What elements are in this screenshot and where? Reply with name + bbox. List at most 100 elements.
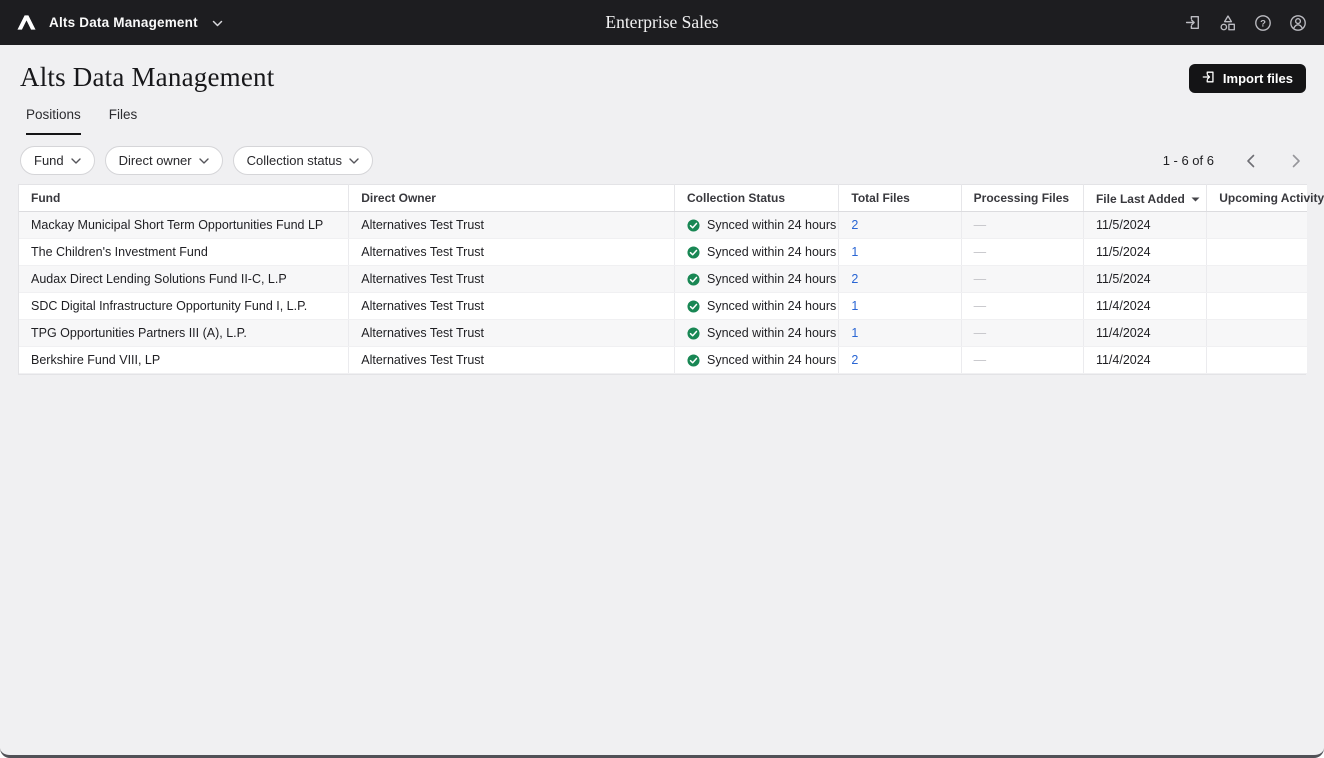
file-last-added-cell: 11/5/2024: [1083, 239, 1206, 266]
filter-toolbar: Fund Direct owner Collection status 1 - …: [0, 146, 1324, 175]
pagination: 1 - 6 of 6: [1163, 151, 1306, 171]
import-files-button[interactable]: Import files: [1189, 64, 1306, 93]
collection-status-text: Synced within 24 hours: [707, 245, 836, 259]
table-row[interactable]: The Children's Investment Fund Alternati…: [19, 239, 1307, 266]
upcoming-activity-cell: [1207, 239, 1307, 266]
sort-descending-icon: [1191, 191, 1200, 205]
fund-cell: Mackay Municipal Short Term Opportunitie…: [19, 212, 349, 239]
direct-owner-cell: Alternatives Test Trust: [349, 347, 675, 374]
upcoming-activity-cell: [1207, 320, 1307, 347]
column-header-direct-owner[interactable]: Direct Owner: [349, 185, 675, 212]
processing-files-cell: —: [961, 212, 1083, 239]
addepar-logo-icon[interactable]: [16, 13, 37, 32]
total-files-link[interactable]: 1: [851, 326, 858, 340]
svg-text:?: ?: [1260, 18, 1266, 29]
app-switcher-dropdown[interactable]: Alts Data Management: [16, 13, 223, 32]
collection-status-text: Synced within 24 hours: [707, 299, 836, 313]
topbar-actions: ?: [1183, 13, 1308, 33]
chevron-down-icon: [199, 158, 209, 164]
models-shapes-icon[interactable]: [1218, 13, 1238, 33]
tab-positions[interactable]: Positions: [26, 107, 81, 135]
total-files-link[interactable]: 2: [851, 353, 858, 367]
chevron-down-icon: [71, 158, 81, 164]
fund-cell: The Children's Investment Fund: [19, 239, 349, 266]
table-row[interactable]: Berkshire Fund VIII, LP Alternatives Tes…: [19, 347, 1307, 374]
import-files-label: Import files: [1223, 71, 1293, 86]
file-last-added-cell: 11/4/2024: [1083, 320, 1206, 347]
tab-files[interactable]: Files: [109, 107, 138, 135]
table-row[interactable]: TPG Opportunities Partners III (A), L.P.…: [19, 320, 1307, 347]
filter-collection-status[interactable]: Collection status: [233, 146, 373, 175]
filter-collection-status-label: Collection status: [247, 153, 342, 168]
synced-check-icon: [687, 354, 700, 367]
page-header: Alts Data Management Import files: [0, 45, 1324, 93]
fund-cell: TPG Opportunities Partners III (A), L.P.: [19, 320, 349, 347]
collection-status-text: Synced within 24 hours: [707, 326, 836, 340]
pagination-range: 1 - 6 of 6: [1163, 153, 1214, 168]
table-row[interactable]: Mackay Municipal Short Term Opportunitie…: [19, 212, 1307, 239]
total-files-link[interactable]: 2: [851, 272, 858, 286]
column-header-upcoming-activity[interactable]: Upcoming Activity: [1207, 185, 1307, 212]
tab-bar: Positions Files: [0, 107, 1324, 135]
table-row[interactable]: SDC Digital Infrastructure Opportunity F…: [19, 293, 1307, 320]
synced-check-icon: [687, 327, 700, 340]
column-header-file-last-added[interactable]: File Last Added: [1083, 185, 1206, 212]
total-files-cell: 1: [839, 239, 961, 266]
filter-fund[interactable]: Fund: [20, 146, 95, 175]
processing-files-cell: —: [961, 266, 1083, 293]
import-icon[interactable]: [1183, 13, 1203, 33]
total-files-link[interactable]: 2: [851, 218, 858, 232]
column-header-processing-files[interactable]: Processing Files: [961, 185, 1083, 212]
direct-owner-cell: Alternatives Test Trust: [349, 239, 675, 266]
account-icon[interactable]: [1288, 13, 1308, 33]
total-files-cell: 2: [839, 212, 961, 239]
app-window: Alts Data Management Enterprise Sales: [0, 0, 1324, 758]
fund-cell: SDC Digital Infrastructure Opportunity F…: [19, 293, 349, 320]
upcoming-activity-cell: [1207, 266, 1307, 293]
app-title: Alts Data Management: [49, 15, 198, 30]
total-files-cell: 1: [839, 320, 961, 347]
collection-status-cell: Synced within 24 hours: [675, 239, 839, 266]
total-files-cell: 1: [839, 293, 961, 320]
filter-fund-label: Fund: [34, 153, 64, 168]
upcoming-activity-cell: [1207, 347, 1307, 374]
column-header-fund[interactable]: Fund: [19, 185, 349, 212]
direct-owner-cell: Alternatives Test Trust: [349, 320, 675, 347]
collection-status-cell: Synced within 24 hours: [675, 266, 839, 293]
table-header-row: Fund Direct Owner Collection Status Tota…: [19, 185, 1307, 212]
chevron-down-icon: [212, 14, 223, 32]
direct-owner-cell: Alternatives Test Trust: [349, 293, 675, 320]
total-files-link[interactable]: 1: [851, 245, 858, 259]
total-files-cell: 2: [839, 347, 961, 374]
synced-check-icon: [687, 300, 700, 313]
page-title: Alts Data Management: [20, 62, 274, 93]
synced-check-icon: [687, 246, 700, 259]
collection-status-cell: Synced within 24 hours: [675, 320, 839, 347]
top-nav-bar: Alts Data Management Enterprise Sales: [0, 0, 1324, 45]
direct-owner-cell: Alternatives Test Trust: [349, 212, 675, 239]
pagination-next-button[interactable]: [1286, 151, 1306, 171]
collection-status-cell: Synced within 24 hours: [675, 212, 839, 239]
processing-files-cell: —: [961, 293, 1083, 320]
chevron-down-icon: [349, 158, 359, 164]
total-files-link[interactable]: 1: [851, 299, 858, 313]
pagination-prev-button[interactable]: [1240, 151, 1260, 171]
filter-direct-owner[interactable]: Direct owner: [105, 146, 223, 175]
fund-cell: Berkshire Fund VIII, LP: [19, 347, 349, 374]
collection-status-text: Synced within 24 hours: [707, 218, 836, 232]
fund-cell: Audax Direct Lending Solutions Fund II-C…: [19, 266, 349, 293]
upcoming-activity-cell: [1207, 212, 1307, 239]
column-header-collection-status[interactable]: Collection Status: [675, 185, 839, 212]
file-last-added-cell: 11/4/2024: [1083, 347, 1206, 374]
collection-status-text: Synced within 24 hours: [707, 272, 836, 286]
table-row[interactable]: Audax Direct Lending Solutions Fund II-C…: [19, 266, 1307, 293]
column-header-total-files[interactable]: Total Files: [839, 185, 961, 212]
processing-files-cell: —: [961, 239, 1083, 266]
synced-check-icon: [687, 219, 700, 232]
file-last-added-cell: 11/4/2024: [1083, 293, 1206, 320]
file-last-added-cell: 11/5/2024: [1083, 212, 1206, 239]
processing-files-cell: —: [961, 320, 1083, 347]
positions-table: Fund Direct Owner Collection Status Tota…: [18, 184, 1306, 375]
collection-status-cell: Synced within 24 hours: [675, 347, 839, 374]
help-icon[interactable]: ?: [1253, 13, 1273, 33]
